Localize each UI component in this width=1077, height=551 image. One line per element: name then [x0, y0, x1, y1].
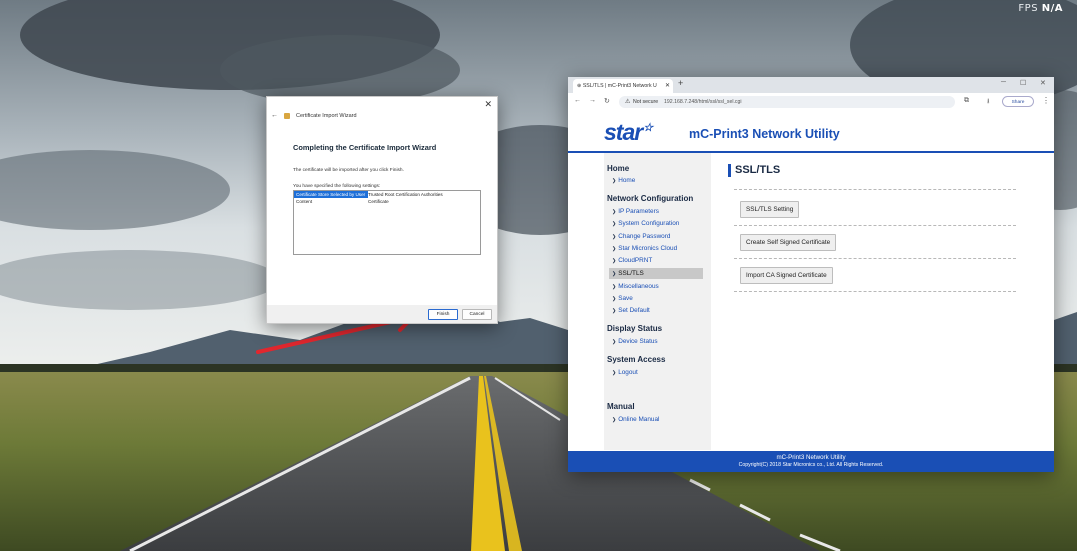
- sidebar-heading-network: Network Configuration: [607, 194, 694, 203]
- sidebar-item-set-default[interactable]: Set Default: [612, 307, 650, 314]
- wizard-footer: Finish Cancel: [267, 305, 497, 323]
- close-window-icon[interactable]: ✕: [1040, 79, 1046, 87]
- sidebar-item-change-password[interactable]: Change Password: [612, 233, 670, 240]
- page-footer: mC-Print3 Network Utility Copyright(C) 2…: [568, 451, 1054, 472]
- wizard-window-title: Certificate Import Wizard: [296, 112, 357, 119]
- url-text[interactable]: 192.168.7.248/html/ssl/ssl_sel.cgi: [664, 96, 742, 108]
- wizard-description: The certificate will be imported after y…: [293, 168, 404, 173]
- address-bar[interactable]: ⚠ Not secure 192.168.7.248/html/ssl/ssl_…: [619, 96, 955, 108]
- download-icon[interactable]: ⭳: [987, 97, 989, 108]
- sidebar-item-save[interactable]: Save: [612, 295, 633, 302]
- sidebar-item-ssl-tls[interactable]: SSL/TLS: [609, 268, 703, 279]
- star-icon: ☆: [643, 122, 653, 134]
- sidebar-heading-system-access: System Access: [607, 355, 666, 364]
- footer-copyright: Copyright(C) 2018 Star Micronics co., Lt…: [738, 462, 884, 468]
- divider: [734, 291, 1016, 292]
- list-item[interactable]: Content Certificate: [294, 198, 480, 205]
- fps-overlay: FPS N/A: [1018, 3, 1063, 14]
- setting-name: Certificate Store Selected by User: [294, 191, 368, 198]
- back-icon[interactable]: ←: [574, 97, 581, 104]
- open-in-app-icon[interactable]: ⧉: [964, 97, 969, 105]
- setting-value: Certificate: [368, 199, 389, 204]
- sidebar: Home Home Network Configuration IP Param…: [604, 153, 711, 450]
- security-status[interactable]: Not secure: [633, 96, 658, 108]
- tab-title: SSL/TLS | mC-Print3 Network U: [582, 83, 657, 89]
- sidebar-item-miscellaneous[interactable]: Miscellaneous: [612, 283, 659, 290]
- maximize-icon[interactable]: ☐: [1020, 79, 1026, 87]
- cancel-button[interactable]: Cancel: [462, 309, 492, 320]
- back-arrow-icon[interactable]: ←: [271, 112, 278, 119]
- divider: [734, 225, 1016, 226]
- divider: [734, 258, 1016, 259]
- page-title: mC-Print3 Network Utility: [689, 127, 840, 141]
- close-icon[interactable]: ✕: [484, 99, 492, 110]
- ssl-tls-setting-button[interactable]: SSL/TLS Setting: [740, 201, 800, 218]
- close-tab-icon[interactable]: ✕: [665, 79, 670, 93]
- certificate-icon: [284, 112, 290, 119]
- create-self-signed-certificate-button[interactable]: Create Self Signed Certificate: [740, 234, 837, 251]
- content-title: SSL/TLS: [728, 164, 780, 177]
- globe-icon: ⊕: [577, 83, 582, 89]
- sidebar-heading-display-status: Display Status: [607, 324, 663, 333]
- setting-value: Trusted Root Certification Authorities: [368, 192, 443, 197]
- sidebar-item-star-micronics-cloud[interactable]: Star Micronics Cloud: [612, 245, 677, 252]
- sidebar-item-system-configuration[interactable]: System Configuration: [612, 220, 679, 227]
- new-tab-icon[interactable]: +: [678, 78, 683, 88]
- wizard-titlebar: ← Certificate Import Wizard: [271, 112, 357, 119]
- settings-list[interactable]: Certificate Store Selected by User Trust…: [293, 190, 481, 255]
- browser-toolbar: ← → ↻ ⚠ Not secure 192.168.7.248/html/ss…: [568, 93, 1054, 113]
- web-page: star☆ mC-Print3 Network Utility Home Hom…: [568, 112, 1054, 472]
- share-button[interactable]: Share: [1002, 96, 1034, 107]
- sidebar-item-home[interactable]: Home: [612, 177, 635, 184]
- import-ca-signed-certificate-button[interactable]: Import CA Signed Certificate: [740, 267, 833, 284]
- menu-icon[interactable]: ⋮: [1042, 96, 1050, 105]
- warning-icon[interactable]: ⚠: [625, 96, 630, 108]
- sidebar-item-device-status[interactable]: Device Status: [612, 338, 657, 345]
- sidebar-heading-home: Home: [607, 164, 630, 173]
- fps-label: FPS: [1018, 3, 1039, 14]
- divider: [734, 189, 1016, 190]
- forward-icon[interactable]: →: [589, 97, 596, 104]
- wizard-heading: Completing the Certificate Import Wizard: [293, 143, 437, 152]
- wizard-settings-label: You have specified the following setting…: [293, 184, 381, 189]
- list-item[interactable]: Certificate Store Selected by User Trust…: [294, 191, 480, 198]
- setting-name: Content: [296, 199, 313, 204]
- share-label: Share: [1011, 100, 1025, 105]
- tab-strip: ⊕ SSL/TLS | mC-Print3 Network U ✕ + ─ ☐ …: [568, 77, 1054, 93]
- browser-window: ⊕ SSL/TLS | mC-Print3 Network U ✕ + ─ ☐ …: [568, 77, 1054, 472]
- sidebar-item-logout[interactable]: Logout: [612, 369, 638, 376]
- sidebar-item-online-manual[interactable]: Online Manual: [612, 416, 659, 423]
- sidebar-item-cloudprnt[interactable]: CloudPRNT: [612, 257, 652, 264]
- minimize-icon[interactable]: ─: [1001, 79, 1006, 86]
- star-logo: star☆: [604, 119, 653, 146]
- sidebar-heading-manual: Manual: [607, 402, 635, 411]
- reload-icon[interactable]: ↻: [604, 97, 610, 105]
- footer-title: mC-Print3 Network Utility: [776, 454, 846, 461]
- sidebar-item-ip-parameters[interactable]: IP Parameters: [612, 208, 659, 215]
- finish-button[interactable]: Finish: [428, 309, 458, 320]
- fps-value: N/A: [1041, 3, 1063, 14]
- certificate-import-wizard-dialog: ✕ ← Certificate Import Wizard Completing…: [266, 96, 498, 324]
- browser-tab[interactable]: ⊕ SSL/TLS | mC-Print3 Network U ✕: [573, 79, 673, 93]
- logo-text: star: [604, 119, 643, 145]
